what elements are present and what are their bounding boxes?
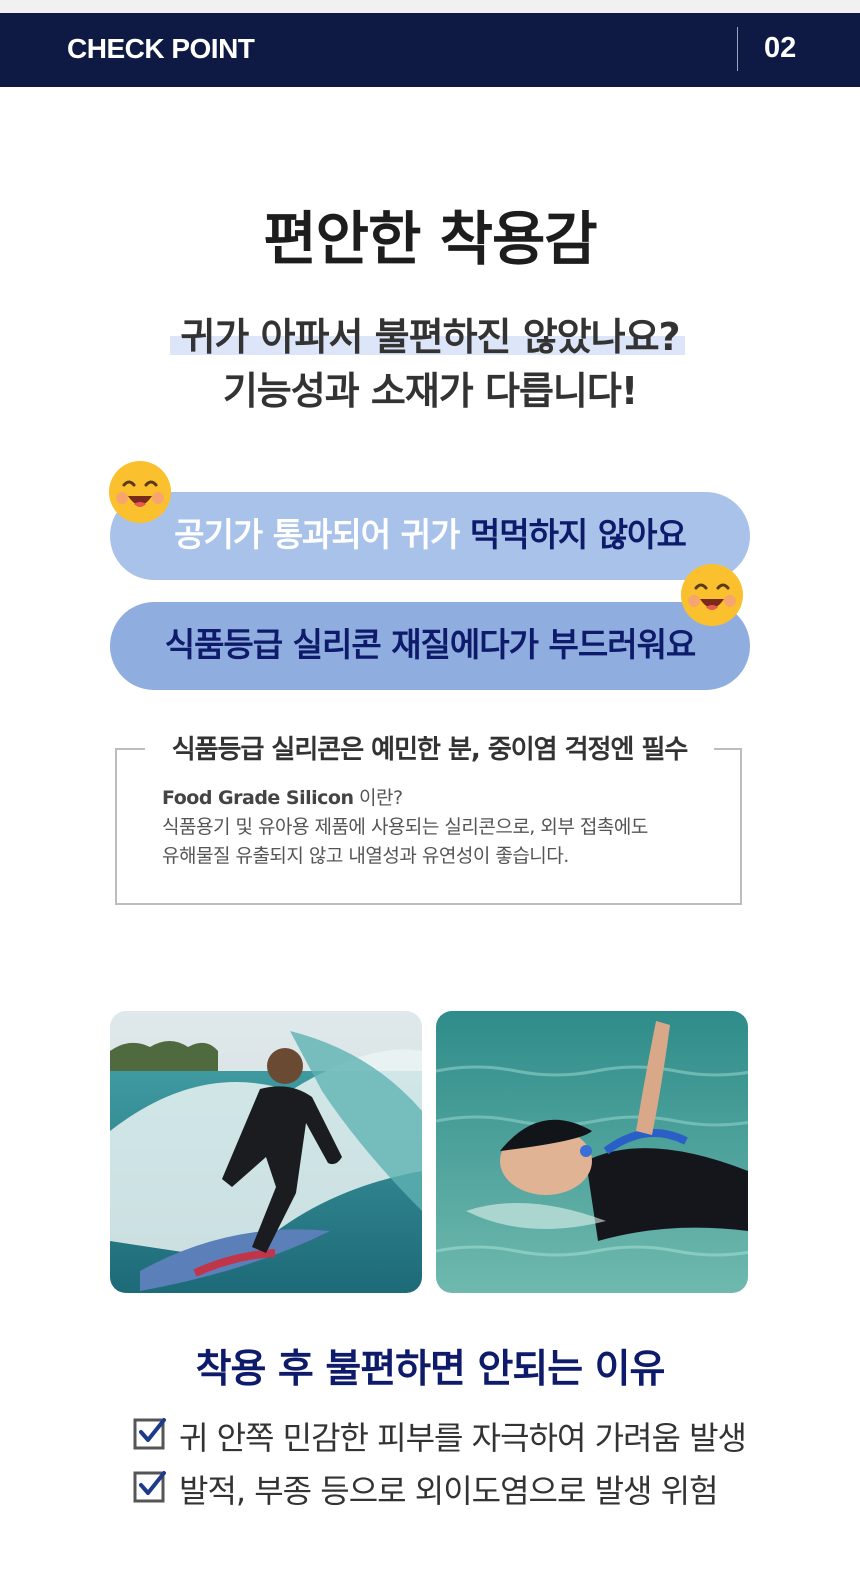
checkbox-checked-icon	[133, 1471, 166, 1503]
header-number: 02	[764, 32, 797, 64]
reason-text: 귀 안쪽 민감한 피부를 자극하여 가려움 발생	[179, 1419, 747, 1457]
header-divider	[737, 27, 738, 71]
info-box-title: 식품등급 실리콘은 예민한 분, 중이염 걱정엔 필수	[171, 735, 689, 765]
surfer-photo	[110, 1011, 422, 1293]
subtitle-line-2: 기능성과 소재가 다릅니다!	[222, 369, 638, 413]
page-title: 편안한 착용감	[263, 205, 597, 273]
swimmer-photo	[436, 1011, 748, 1293]
checkbox-checked-icon	[133, 1418, 166, 1450]
reasons-title: 착용 후 불편하면 안되는 이유	[195, 1347, 666, 1392]
reason-text: 발적, 부종 등으로 외이도염으로 발생 위험	[179, 1472, 719, 1510]
check-point-header: CHECK POINT 02	[0, 13, 860, 87]
info-box-border	[714, 748, 742, 750]
info-question: 이란?	[353, 787, 403, 809]
info-box-body: Food Grade Silicon 이란? 식품용기 및 유아용 제품에 사용…	[162, 784, 732, 871]
subtitle-line-1: 귀가 아파서 불편하진 않았나요?	[180, 315, 680, 359]
pill-text-light: 공기가 통과되어 귀가	[174, 515, 470, 554]
smile-emoji-icon	[681, 564, 743, 626]
pill-text-dark: 먹먹하지 않아요	[469, 515, 687, 554]
header-title: CHECK POINT	[67, 33, 255, 64]
info-term: Food Grade Silicon	[162, 787, 354, 809]
smile-emoji-icon	[109, 461, 171, 523]
info-line-3: 유해물질 유출되지 않고 내열성과 유연성이 좋습니다.	[162, 845, 569, 867]
top-strip	[0, 0, 860, 13]
feature-pill-breathable: 공기가 통과되어 귀가 먹먹하지 않아요	[110, 492, 750, 580]
info-line-2: 식품용기 및 유아용 제품에 사용되는 실리콘으로, 외부 접촉에도	[162, 816, 648, 838]
pill-text: 식품등급 실리콘 재질에다가 부드러워요	[164, 625, 697, 664]
info-box-border	[115, 748, 145, 750]
feature-pill-silicone: 식품등급 실리콘 재질에다가 부드러워요	[110, 602, 750, 690]
